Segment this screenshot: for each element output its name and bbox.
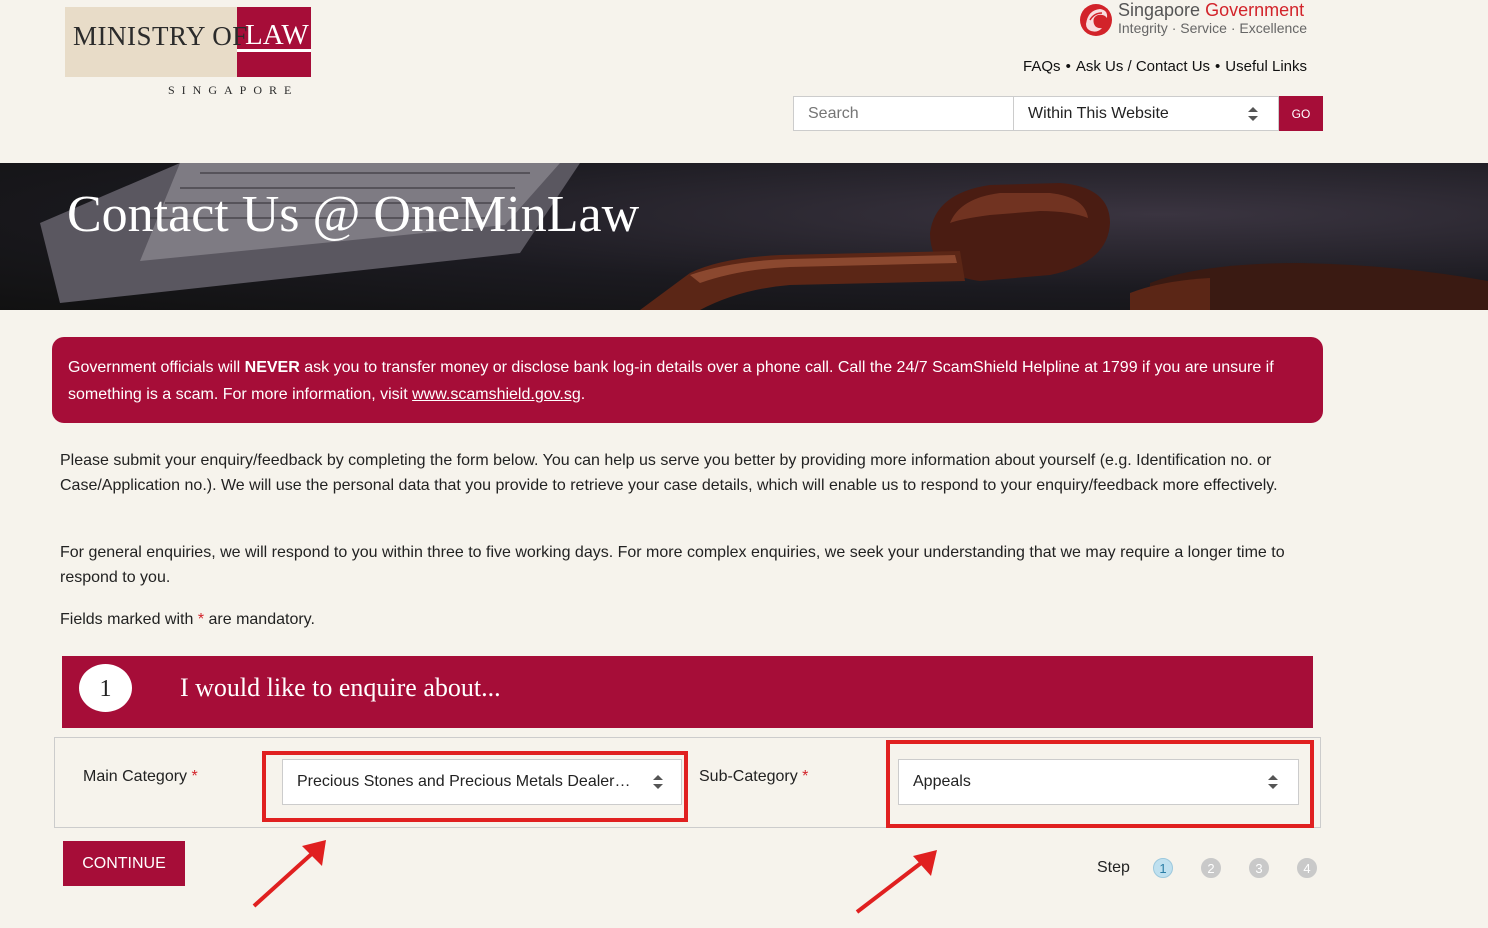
annotation-arrow-icon	[855, 850, 937, 914]
step-number-badge: 1	[79, 664, 132, 712]
mandatory-note-start: Fields marked with	[60, 611, 198, 628]
intro-paragraph-1: Please submit your enquiry/feedback by c…	[60, 452, 1278, 494]
select-arrows-icon	[1248, 107, 1258, 121]
page-banner: Contact Us @ OneMinLaw	[0, 163, 1488, 310]
top-links: FAQs • Ask Us / Contact Us • Useful Links	[1023, 58, 1307, 75]
step-dot-2: 2	[1201, 858, 1221, 878]
alert-emphasis: NEVER	[244, 359, 300, 376]
sg-gov-motto: Integrity · Service · Excellence	[1118, 20, 1308, 36]
scamshield-link[interactable]: www.scamshield.gov.sg	[412, 386, 581, 403]
sub-category-label: Sub-Category *	[699, 768, 808, 786]
singapore-government-brand[interactable]: Singapore Government Integrity · Service…	[1078, 0, 1318, 40]
step-title: I would like to enquire about...	[180, 673, 501, 702]
search-go-button[interactable]: GO	[1279, 96, 1323, 131]
faqs-link[interactable]: FAQs	[1023, 58, 1061, 75]
search-input[interactable]	[793, 96, 1014, 131]
sub-category-highlight-box	[886, 740, 1314, 828]
search-scope-value: Within This Website	[1028, 105, 1169, 122]
mandatory-note-end: are mandatory.	[204, 611, 315, 628]
search-scope-select[interactable]: Within This Website	[1014, 96, 1279, 131]
logo-law-text: LAW	[245, 19, 309, 51]
sg-gov-name: Singapore Government	[1118, 0, 1304, 21]
logo-ministry-text: MINISTRY OF	[73, 21, 248, 51]
mandatory-note: Fields marked with * are mandatory.	[60, 607, 1322, 632]
alert-text-start: Government officials will	[68, 359, 245, 376]
sub-category-label-text: Sub-Category	[699, 768, 798, 785]
lion-head-icon	[1080, 4, 1112, 36]
required-asterisk: *	[802, 768, 809, 785]
main-category-highlight-box	[262, 751, 688, 822]
logo-country-text: SINGAPORE	[168, 83, 299, 97]
main-category-label: Main Category *	[83, 768, 198, 786]
useful-links-link[interactable]: Useful Links	[1225, 58, 1307, 75]
page-title: Contact Us @ OneMinLaw	[67, 186, 640, 243]
step-indicator-label: Step	[1097, 859, 1130, 876]
step-dot-1: 1	[1153, 858, 1173, 878]
step-1-header: 1 I would like to enquire about...	[62, 656, 1313, 728]
annotation-arrow-icon	[252, 840, 326, 908]
sg-gov-name-part1: Singapore	[1118, 0, 1201, 20]
alert-text-end: .	[580, 386, 586, 403]
required-asterisk: *	[191, 768, 198, 785]
scam-alert-banner: Government officials will NEVER ask you …	[52, 337, 1323, 423]
step-dot-4: 4	[1297, 858, 1317, 878]
moh-law-logo[interactable]: MINISTRY OF LAW SINGAPORE	[65, 7, 311, 97]
sg-gov-name-part2: Government	[1205, 0, 1305, 20]
intro-paragraph-2: For general enquiries, we will respond t…	[60, 544, 1285, 586]
continue-button[interactable]: CONTINUE	[63, 841, 185, 886]
step-dot-3: 3	[1249, 858, 1269, 878]
ask-us-contact-link[interactable]: Ask Us / Contact Us	[1076, 58, 1210, 75]
link-separator: •	[1215, 58, 1221, 75]
main-category-label-text: Main Category	[83, 768, 188, 785]
link-separator: •	[1065, 58, 1071, 75]
